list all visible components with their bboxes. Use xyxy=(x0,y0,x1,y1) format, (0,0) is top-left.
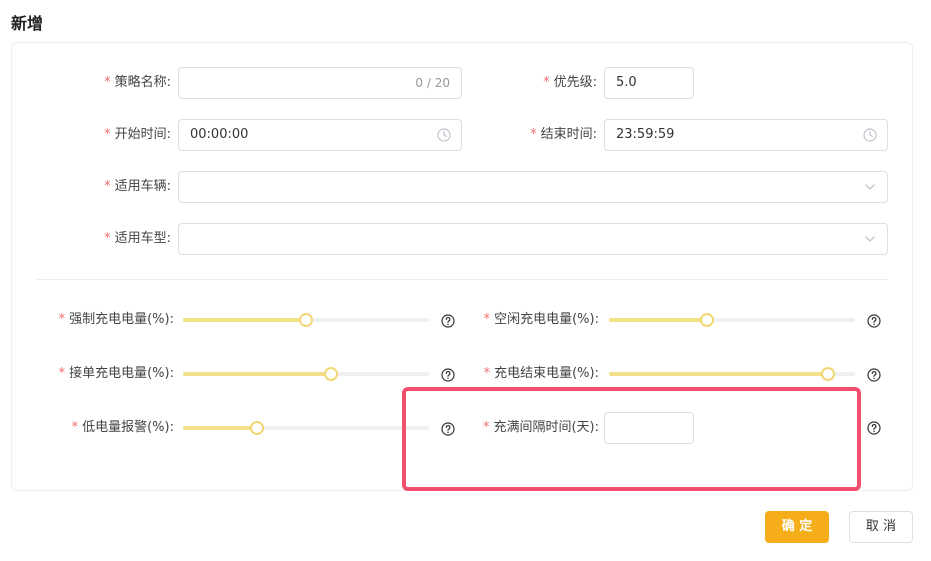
clock-icon xyxy=(863,128,877,142)
slider-track xyxy=(609,372,828,376)
required-mark: * xyxy=(58,366,66,381)
idle-charge-label: * 空闲充电电量(%): xyxy=(445,304,599,336)
end-time-label-text: 结束时间: xyxy=(540,127,597,142)
required-mark: * xyxy=(71,420,79,435)
start-time-label: * 开始时间: xyxy=(60,119,171,151)
cancel-button[interactable]: 取 消 xyxy=(849,511,913,543)
question-circle-icon[interactable] xyxy=(867,421,881,435)
slider-handle[interactable] xyxy=(299,313,313,327)
slider-handle[interactable] xyxy=(820,367,835,381)
section-divider xyxy=(36,279,888,280)
required-mark: * xyxy=(543,75,550,90)
required-mark: * xyxy=(530,127,537,142)
required-mark: * xyxy=(483,366,491,381)
idle-charge-slider[interactable] xyxy=(609,310,855,330)
slider-handle[interactable] xyxy=(249,421,264,435)
force-charge-label: * 强制充电电量(%): xyxy=(20,304,174,336)
priority-label-text: 优先级: xyxy=(553,75,597,90)
end-time-value: 23:59:59 xyxy=(616,127,675,142)
required-mark: * xyxy=(104,179,111,194)
slider-track xyxy=(609,318,708,322)
low-battery-label-text: 低电量报警(%): xyxy=(82,420,174,435)
chevron-down-icon xyxy=(865,236,875,242)
slider-handle[interactable] xyxy=(700,313,715,327)
models-label: * 适用车型: xyxy=(60,223,171,255)
low-battery-label: * 低电量报警(%): xyxy=(20,412,174,444)
start-time-label-text: 开始时间: xyxy=(114,127,171,142)
order-charge-label-text: 接单充电电量(%): xyxy=(69,366,174,381)
models-label-text: 适用车型: xyxy=(114,231,171,246)
models-select[interactable] xyxy=(178,223,888,255)
required-mark: * xyxy=(483,312,491,327)
clock-icon xyxy=(437,128,451,142)
vehicles-select[interactable] xyxy=(178,171,888,203)
low-battery-slider[interactable] xyxy=(183,418,429,438)
required-mark: * xyxy=(104,75,111,90)
required-mark: * xyxy=(104,231,111,246)
idle-charge-label-text: 空闲充电电量(%): xyxy=(494,312,599,327)
strategy-name-input[interactable]: 0 / 20 xyxy=(178,67,462,99)
force-charge-slider[interactable] xyxy=(183,310,429,330)
slider-track xyxy=(183,426,257,430)
required-mark: * xyxy=(104,127,111,142)
highlight-box xyxy=(402,387,861,491)
vehicles-label: * 适用车辆: xyxy=(60,171,171,203)
charge-end-label: * 充电结束电量(%): xyxy=(445,358,599,390)
priority-input[interactable]: 5.0 xyxy=(604,67,694,99)
chevron-down-icon xyxy=(865,184,875,190)
strategy-name-counter: 0 / 20 xyxy=(415,76,450,90)
start-time-input[interactable]: 00:00:00 xyxy=(178,119,462,151)
charge-end-label-text: 充电结束电量(%): xyxy=(494,366,599,381)
page-title: 新增 xyxy=(11,14,44,33)
question-circle-icon[interactable] xyxy=(867,368,881,382)
force-charge-label-text: 强制充电电量(%): xyxy=(69,312,174,327)
question-circle-icon[interactable] xyxy=(867,314,881,328)
confirm-button[interactable]: 确 定 xyxy=(765,511,829,543)
slider-track xyxy=(183,318,306,322)
priority-label: * 优先级: xyxy=(497,67,597,99)
strategy-name-label: * 策略名称: xyxy=(60,67,171,99)
slider-handle[interactable] xyxy=(323,367,338,381)
vehicles-label-text: 适用车辆: xyxy=(114,179,171,194)
end-time-input[interactable]: 23:59:59 xyxy=(604,119,888,151)
priority-value: 5.0 xyxy=(616,75,637,90)
order-charge-slider[interactable] xyxy=(183,364,429,384)
end-time-label: * 结束时间: xyxy=(497,119,597,151)
start-time-value: 00:00:00 xyxy=(190,127,249,142)
charge-end-slider[interactable] xyxy=(609,364,855,384)
strategy-name-label-text: 策略名称: xyxy=(114,75,171,90)
slider-track xyxy=(183,372,331,376)
order-charge-label: * 接单充电电量(%): xyxy=(20,358,174,390)
required-mark: * xyxy=(58,312,66,327)
